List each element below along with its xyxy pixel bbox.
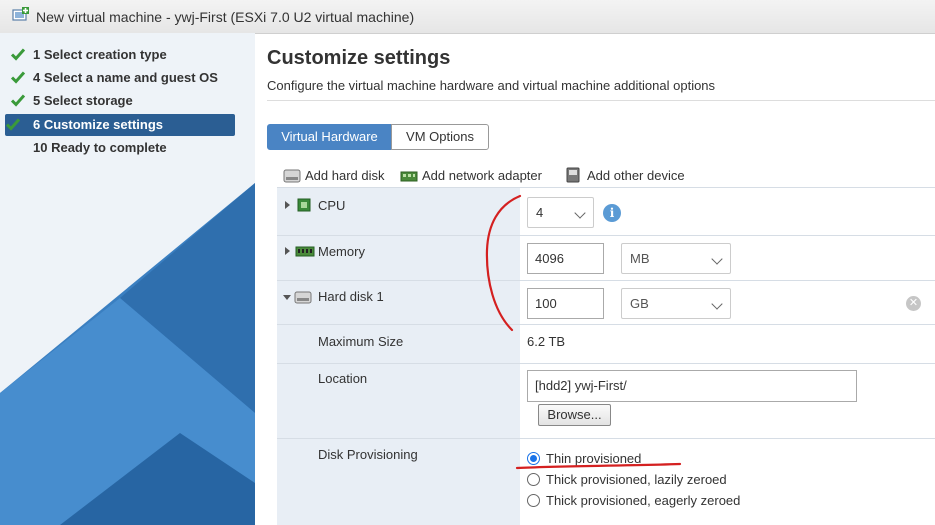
check-icon	[11, 48, 25, 61]
memory-icon	[295, 246, 315, 257]
step-label: 1 Select creation type	[33, 47, 167, 62]
step-label: 5 Select storage	[33, 93, 133, 108]
cpu-select[interactable]: 4	[527, 197, 594, 228]
cpu-label: CPU	[318, 198, 346, 213]
row-divider	[277, 438, 935, 439]
page-subtitle: Configure the virtual machine hardware a…	[267, 78, 716, 93]
network-adapter-icon	[400, 171, 418, 182]
step-label: 6 Customize settings	[33, 117, 164, 132]
radio-button[interactable]	[527, 473, 540, 486]
max-size-value: 6.2 TB	[527, 334, 566, 349]
step-label: 10 Ready to complete	[33, 140, 167, 155]
tab-vm-options[interactable]: VM Options	[391, 124, 489, 150]
check-icon	[11, 94, 25, 107]
max-size-label: Maximum Size	[318, 334, 404, 349]
hardware-table: CPU 4 i Memory 4096 MB Hard disk 1 100 G…	[277, 187, 935, 525]
expand-arrow-icon[interactable]	[285, 247, 290, 255]
chevron-down-icon	[574, 207, 586, 219]
vm-icon	[12, 7, 29, 21]
divider	[267, 100, 935, 101]
radio-button[interactable]	[527, 494, 540, 507]
check-icon	[6, 118, 20, 131]
row-divider	[277, 187, 935, 188]
memory-unit: MB	[630, 251, 650, 266]
radio-button[interactable]	[527, 452, 540, 465]
chevron-down-icon	[711, 298, 723, 310]
tab-virtual-hardware[interactable]: Virtual Hardware	[267, 124, 392, 150]
browse-button[interactable]: Browse...	[538, 404, 611, 426]
title-bar: New virtual machine - ywj-First (ESXi 7.…	[0, 0, 935, 34]
row-divider	[277, 363, 935, 364]
hard-disk-icon	[294, 291, 312, 304]
hard-disk-icon	[283, 169, 301, 183]
radio-label: Thick provisioned, lazily zeroed	[546, 472, 727, 487]
add-hard-disk-label: Add hard disk	[305, 168, 385, 183]
expand-arrow-icon[interactable]	[285, 201, 290, 209]
remove-icon[interactable]: ✕	[906, 296, 921, 311]
row-divider	[277, 324, 935, 325]
window-title: New virtual machine - ywj-First (ESXi 7.…	[36, 9, 415, 25]
main-content: Customize settings Configure the virtual…	[256, 33, 935, 525]
cpu-icon	[297, 198, 311, 212]
chevron-down-icon	[711, 253, 723, 265]
info-icon[interactable]: i	[603, 204, 621, 222]
hard-disk-label: Hard disk 1	[318, 289, 384, 304]
step-label: 4 Select a name and guest OS	[33, 70, 218, 85]
hard-disk-unit: GB	[630, 296, 649, 311]
memory-label: Memory	[318, 244, 365, 259]
row-divider	[277, 280, 935, 281]
hard-disk-unit-select[interactable]: GB	[621, 288, 731, 319]
location-label: Location	[318, 371, 368, 386]
label-column	[277, 187, 520, 525]
memory-input[interactable]: 4096	[527, 243, 604, 274]
check-icon	[11, 71, 25, 84]
row-divider	[277, 235, 935, 236]
page-title: Customize settings	[267, 47, 451, 69]
step-customize-settings[interactable]: 6 Customize settings	[5, 114, 235, 136]
collapse-arrow-icon[interactable]	[283, 295, 291, 300]
wizard-steps-panel: 1 Select creation type 4 Select a name a…	[0, 33, 255, 525]
radio-label: Thin provisioned	[546, 451, 642, 466]
other-device-icon	[566, 167, 580, 183]
disk-provisioning-label: Disk Provisioning	[318, 447, 418, 462]
add-network-adapter-label: Add network adapter	[422, 168, 542, 183]
cpu-value: 4	[536, 205, 544, 220]
hard-disk-size-input[interactable]: 100	[527, 288, 604, 319]
location-input[interactable]: [hdd2] ywj-First/	[527, 370, 857, 402]
memory-unit-select[interactable]: MB	[621, 243, 731, 274]
add-other-device-label: Add other device	[587, 168, 685, 183]
radio-label: Thick provisioned, eagerly zeroed	[546, 493, 741, 508]
